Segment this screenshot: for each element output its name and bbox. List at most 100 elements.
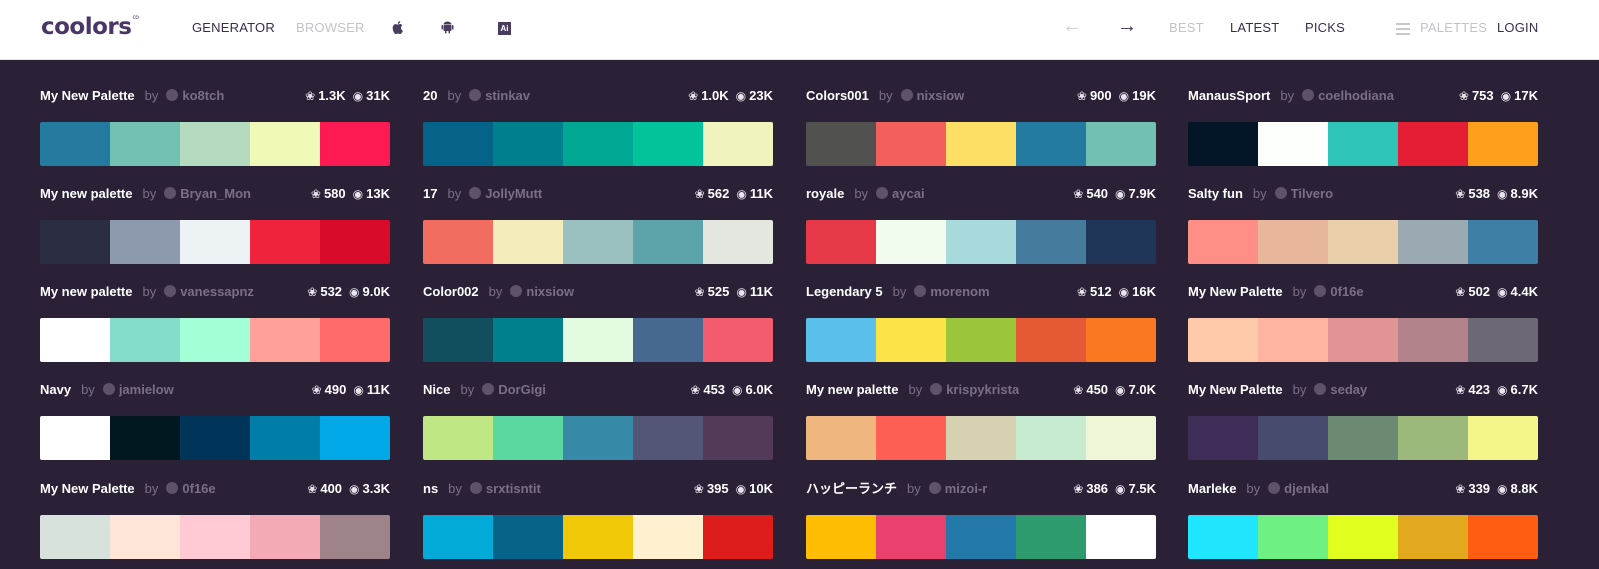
author-avatar[interactable] [1268, 482, 1281, 494]
palette-author[interactable]: 0f16e [182, 481, 215, 497]
likes-icon[interactable]: ❀ [311, 187, 321, 201]
palette-swatches[interactable] [1188, 416, 1538, 460]
author-avatar[interactable] [900, 89, 913, 101]
color-swatch[interactable] [1328, 220, 1398, 264]
author-avatar[interactable] [166, 482, 179, 494]
author-avatar[interactable] [876, 187, 889, 199]
color-swatch[interactable] [1398, 416, 1468, 460]
color-swatch[interactable] [946, 515, 1016, 559]
color-swatch[interactable] [110, 122, 180, 166]
color-swatch[interactable] [1398, 220, 1468, 264]
color-swatch[interactable] [806, 122, 876, 166]
color-swatch[interactable] [1016, 318, 1086, 362]
palette-swatches[interactable] [423, 122, 773, 166]
color-swatch[interactable] [320, 515, 390, 559]
palette-name[interactable]: ns [423, 481, 438, 496]
palette-card[interactable]: My new palette by krispykrista ❀ 450 ◉ 7.0K [806, 378, 1156, 464]
palette-name[interactable]: My new palette [40, 284, 132, 299]
author-avatar[interactable] [914, 285, 927, 297]
palette-swatches[interactable] [1188, 515, 1538, 559]
color-swatch[interactable] [1468, 515, 1538, 559]
color-swatch[interactable] [1258, 122, 1328, 166]
likes-icon[interactable]: ❀ [694, 482, 704, 496]
color-swatch[interactable] [1016, 416, 1086, 460]
palette-card[interactable]: My New Palette by 0f16e ❀ 400 ◉ 3.3K [40, 477, 390, 563]
color-swatch[interactable] [1258, 416, 1328, 460]
author-avatar[interactable] [102, 383, 115, 395]
color-swatch[interactable] [876, 416, 946, 460]
palette-name[interactable]: My New Palette [40, 88, 135, 103]
color-swatch[interactable] [493, 220, 563, 264]
color-swatch[interactable] [493, 122, 563, 166]
color-swatch[interactable] [110, 220, 180, 264]
palette-card[interactable]: My New Palette by 0f16e ❀ 502 ◉ 4.4K [1188, 280, 1538, 366]
color-swatch[interactable] [633, 416, 703, 460]
palette-author[interactable]: jamielow [119, 382, 174, 398]
color-swatch[interactable] [180, 515, 250, 559]
likes-icon[interactable]: ❀ [307, 482, 317, 496]
color-swatch[interactable] [806, 515, 876, 559]
color-swatch[interactable] [110, 515, 180, 559]
color-swatch[interactable] [1468, 122, 1538, 166]
nav-generator[interactable]: GENERATOR [192, 20, 275, 35]
color-swatch[interactable] [40, 416, 110, 460]
palette-swatches[interactable] [806, 515, 1156, 559]
palette-name[interactable]: royale [806, 186, 844, 201]
color-swatch[interactable] [1188, 220, 1258, 264]
palette-name[interactable]: My new palette [40, 186, 132, 201]
color-swatch[interactable] [320, 416, 390, 460]
likes-icon[interactable]: ❀ [1073, 383, 1083, 397]
color-swatch[interactable] [703, 220, 773, 264]
palette-name[interactable]: Salty fun [1188, 186, 1243, 201]
illustrator-icon[interactable]: Ai [498, 22, 511, 35]
palette-author[interactable]: djenkal [1284, 481, 1329, 497]
coolors-logo[interactable]: coolorsco [41, 14, 139, 40]
color-swatch[interactable] [320, 220, 390, 264]
palette-name[interactable]: My New Palette [40, 481, 135, 496]
palette-card[interactable]: Navy by jamielow ❀ 490 ◉ 11K [40, 378, 390, 464]
palette-author[interactable]: ko8tch [182, 88, 224, 104]
color-swatch[interactable] [1398, 122, 1468, 166]
nav-picks[interactable]: PICKS [1305, 20, 1345, 35]
color-swatch[interactable] [423, 416, 493, 460]
color-swatch[interactable] [423, 122, 493, 166]
apple-icon[interactable] [391, 20, 405, 35]
color-swatch[interactable] [423, 515, 493, 559]
likes-icon[interactable]: ❀ [1455, 383, 1465, 397]
color-swatch[interactable] [180, 318, 250, 362]
likes-icon[interactable]: ❀ [305, 89, 315, 103]
author-avatar[interactable] [1314, 383, 1327, 395]
color-swatch[interactable] [1016, 122, 1086, 166]
color-swatch[interactable] [250, 515, 320, 559]
color-swatch[interactable] [1188, 416, 1258, 460]
palette-name[interactable]: Color002 [423, 284, 479, 299]
palette-author[interactable]: mizoi-r [945, 481, 988, 497]
likes-icon[interactable]: ❀ [1073, 187, 1083, 201]
palette-author[interactable]: vanessapnz [180, 284, 254, 300]
palette-swatches[interactable] [806, 122, 1156, 166]
likes-icon[interactable]: ❀ [1077, 89, 1087, 103]
color-swatch[interactable] [493, 318, 563, 362]
author-avatar[interactable] [469, 482, 482, 494]
color-swatch[interactable] [180, 122, 250, 166]
palette-author[interactable]: aycai [892, 186, 925, 202]
color-swatch[interactable] [110, 318, 180, 362]
nav-login[interactable]: LOGIN [1497, 20, 1538, 35]
palette-swatches[interactable] [1188, 122, 1538, 166]
menu-icon[interactable] [1396, 23, 1410, 35]
color-swatch[interactable] [180, 220, 250, 264]
color-swatch[interactable] [876, 515, 946, 559]
likes-icon[interactable]: ❀ [695, 285, 705, 299]
palette-swatches[interactable] [423, 220, 773, 264]
color-swatch[interactable] [1086, 318, 1156, 362]
color-swatch[interactable] [1016, 515, 1086, 559]
color-swatch[interactable] [1468, 416, 1538, 460]
likes-icon[interactable]: ❀ [312, 383, 322, 397]
palette-swatches[interactable] [40, 416, 390, 460]
color-swatch[interactable] [1468, 220, 1538, 264]
palette-author[interactable]: nixsiow [526, 284, 574, 300]
color-swatch[interactable] [876, 318, 946, 362]
palette-card[interactable]: 20 by stinkav ❀ 1.0K ◉ 23K [423, 84, 773, 170]
color-swatch[interactable] [40, 515, 110, 559]
color-swatch[interactable] [946, 122, 1016, 166]
